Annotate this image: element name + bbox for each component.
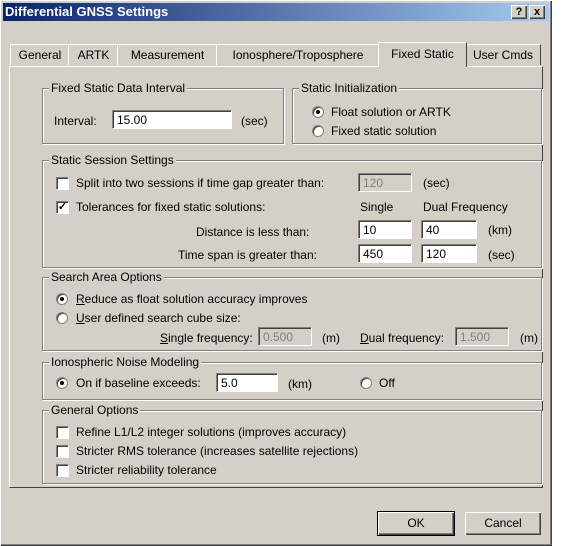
single-column-header: Single — [360, 200, 394, 214]
window-title: Differential GNSS Settings — [5, 4, 169, 19]
fixed-static-radio[interactable] — [312, 125, 324, 137]
dual-frequency-label: Dual frequency: — [360, 331, 445, 345]
tab-measurement[interactable]: Measurement — [117, 44, 218, 65]
dialog-window: Differential GNSS Settings ? x General A… — [0, 0, 552, 546]
group-label: Search Area Options — [49, 270, 164, 284]
distance-unit: (km) — [488, 223, 512, 237]
tolerances-checkbox[interactable]: ✓ — [56, 201, 69, 214]
dual-column-header: Dual Frequency — [423, 200, 508, 214]
float-solution-radio[interactable] — [312, 106, 324, 118]
ok-button[interactable]: OK — [377, 511, 455, 536]
group-label: Fixed Static Data Interval — [49, 81, 188, 95]
refine-integer-label[interactable]: Refine L1/L2 integer solutions (improves… — [76, 425, 346, 439]
help-button[interactable]: ? — [511, 5, 527, 19]
single-frequency-label: Single frequency: — [160, 331, 253, 345]
iono-baseline-unit: (km) — [288, 377, 312, 391]
split-gap-input[interactable] — [358, 173, 412, 192]
iono-off-radio[interactable] — [360, 377, 372, 389]
dual-frequency-input[interactable] — [455, 327, 509, 346]
tab-artk[interactable]: ARTK — [68, 44, 119, 65]
split-gap-unit: (sec) — [423, 176, 450, 190]
float-solution-label[interactable]: Float solution or ARTK — [331, 105, 451, 119]
group-label: Static Session Settings — [49, 153, 176, 167]
reduce-search-label[interactable]: Reduce as float solution accuracy improv… — [76, 292, 307, 306]
tab-general[interactable]: General — [10, 44, 70, 65]
single-frequency-unit: (m) — [322, 331, 340, 345]
reduce-search-radio[interactable] — [56, 293, 68, 305]
tolerances-label[interactable]: Tolerances for fixed static solutions: — [76, 200, 265, 214]
distance-single-input[interactable] — [358, 220, 412, 239]
split-sessions-label[interactable]: Split into two sessions if time gap grea… — [76, 176, 324, 190]
interval-label: Interval: — [54, 114, 97, 128]
time-dual-input[interactable] — [421, 244, 477, 263]
iono-baseline-input[interactable] — [216, 373, 278, 392]
stricter-reliability-label[interactable]: Stricter reliability tolerance — [76, 463, 217, 477]
iono-off-label[interactable]: Off — [379, 376, 395, 390]
cancel-button[interactable]: Cancel — [465, 512, 541, 535]
tab-fixed-static[interactable]: Fixed Static — [378, 42, 467, 67]
stricter-rms-checkbox[interactable] — [56, 445, 69, 458]
distance-label: Distance is less than: — [196, 225, 310, 239]
distance-dual-input[interactable] — [421, 220, 477, 239]
dual-frequency-unit: (m) — [520, 331, 538, 345]
iono-on-label[interactable]: On if baseline exceeds: — [76, 376, 201, 390]
iono-on-radio[interactable] — [56, 377, 68, 389]
stricter-rms-label[interactable]: Stricter RMS tolerance (increases satell… — [76, 444, 358, 458]
time-span-label: Time span is greater than: — [178, 248, 317, 262]
close-button[interactable]: x — [529, 5, 545, 19]
single-frequency-input[interactable] — [258, 327, 312, 346]
tab-user-cmds[interactable]: User Cmds — [465, 44, 541, 65]
stricter-reliability-checkbox[interactable] — [56, 464, 69, 477]
interval-unit: (sec) — [241, 114, 268, 128]
fixed-static-label[interactable]: Fixed static solution — [331, 124, 436, 138]
group-label: Static Initialization — [299, 81, 400, 95]
user-defined-label[interactable]: User defined search cube size: — [76, 311, 241, 325]
split-sessions-checkbox[interactable] — [56, 177, 69, 190]
group-label: General Options — [49, 403, 141, 417]
group-label: Ionospheric Noise Modeling — [49, 355, 202, 369]
interval-input[interactable] — [112, 110, 232, 129]
tab-ionosphere-troposphere[interactable]: Ionosphere/Troposphere — [216, 44, 380, 65]
title-bar[interactable]: Differential GNSS Settings ? x — [3, 3, 549, 21]
refine-integer-checkbox[interactable] — [56, 426, 69, 439]
time-single-input[interactable] — [358, 244, 412, 263]
time-span-unit: (sec) — [488, 248, 515, 262]
user-defined-radio[interactable] — [56, 312, 68, 324]
